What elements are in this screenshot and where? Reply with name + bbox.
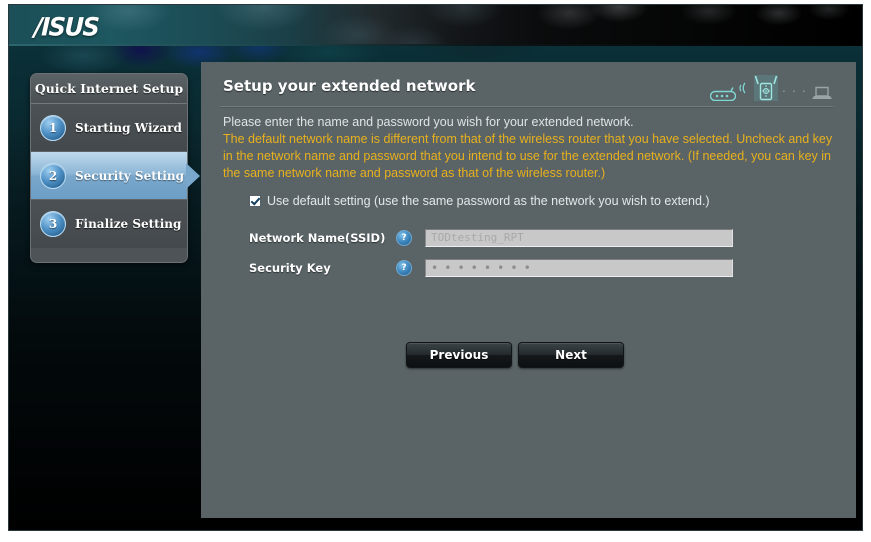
sidebar-item-security-setting[interactable]: 2 Security Setting xyxy=(31,152,200,200)
page-title: Setup your extended network xyxy=(223,77,476,95)
network-name-row: Network Name(SSID) ? TODtesting_RPT xyxy=(249,227,733,249)
range-extender-icon xyxy=(753,75,778,101)
step-number-2: 2 xyxy=(40,162,66,189)
asus-logo: /ISUS xyxy=(33,12,99,42)
router-icon xyxy=(709,87,736,101)
sidebar-item-label: Starting Wizard xyxy=(75,120,182,135)
connection-dots-icon: · · · xyxy=(781,83,807,98)
help-icon[interactable]: ? xyxy=(396,260,412,276)
computer-icon xyxy=(811,85,833,101)
previous-button[interactable]: Previous xyxy=(406,342,512,368)
active-step-arrow-icon xyxy=(186,162,200,189)
security-key-label: Security Key xyxy=(249,261,331,275)
network-name-input[interactable]: TODtesting_RPT xyxy=(425,229,733,247)
sidebar-title: Quick Internet Setup xyxy=(31,74,187,104)
use-default-setting-label: Use default setting (use the same passwo… xyxy=(267,194,710,208)
security-key-input[interactable]: •••••••• xyxy=(425,259,733,277)
step-number-3: 3 xyxy=(40,211,66,237)
main-content-panel: Setup your extended network · · · Please… xyxy=(201,62,856,518)
network-name-label: Network Name(SSID) xyxy=(249,231,386,245)
security-key-row: Security Key ? •••••••• xyxy=(249,257,733,279)
quick-internet-setup-sidebar: Quick Internet Setup 1 Starting Wizard 2… xyxy=(30,73,200,263)
sidebar-item-label: Finalize Setting xyxy=(75,217,182,231)
step-number-1: 1 xyxy=(40,114,66,141)
title-divider xyxy=(220,106,833,108)
wireless-signal-icon xyxy=(739,81,751,95)
sidebar-item-starting-wizard[interactable]: 1 Starting Wizard xyxy=(31,104,187,152)
wizard-navigation: Previous Next xyxy=(406,342,624,368)
sidebar-item-label: Security Setting xyxy=(75,168,184,183)
warning-text: The default network name is different fr… xyxy=(223,132,833,180)
use-default-setting-row[interactable]: Use default setting (use the same passwo… xyxy=(249,194,710,208)
use-default-setting-checkbox[interactable] xyxy=(249,195,261,207)
top-banner: /ISUS xyxy=(9,5,862,46)
next-button[interactable]: Next xyxy=(518,342,624,368)
sidebar-item-finalize-setting[interactable]: 3 Finalize Setting xyxy=(31,200,187,248)
network-topology-diagram: · · · xyxy=(709,71,833,101)
help-icon[interactable]: ? xyxy=(396,230,412,246)
router-setup-window: /ISUS Quick Internet Setup 1 Starting Wi… xyxy=(8,4,863,531)
intro-text: Please enter the name and password you w… xyxy=(223,115,634,129)
